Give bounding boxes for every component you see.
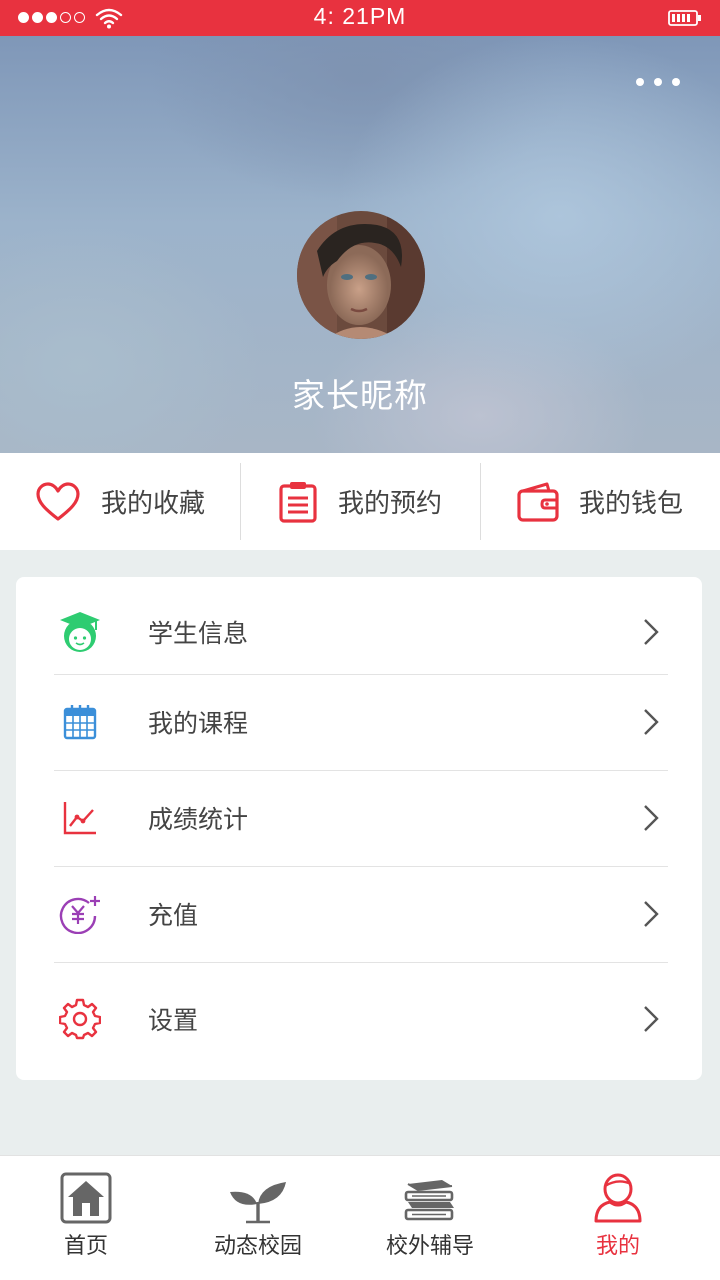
tab-label: 校外辅导	[385, 1234, 474, 1259]
quick-appointments[interactable]: 我的预约	[240, 453, 480, 550]
tab-label: 首页	[63, 1234, 108, 1259]
profile-header: 家长昵称	[0, 36, 720, 453]
menu-label: 设置	[148, 1006, 199, 1035]
tab-home[interactable]: 首页	[0, 1156, 172, 1280]
divider	[54, 962, 668, 963]
chevron-right-icon	[644, 901, 659, 927]
line-chart-icon	[63, 802, 96, 835]
more-dots-icon[interactable]	[636, 78, 680, 86]
menu-label: 学生信息	[148, 619, 249, 648]
quick-label: 我的收藏	[100, 489, 205, 519]
divider	[54, 770, 668, 771]
status-time: 4: 21PM	[313, 3, 407, 29]
divider	[54, 866, 668, 867]
menu-item-my-courses[interactable]: 我的课程	[54, 695, 668, 749]
chevron-right-icon	[644, 1006, 659, 1032]
menu-label: 充值	[148, 901, 199, 930]
quick-favorites[interactable]: 我的收藏	[0, 453, 240, 550]
tab-tutoring[interactable]: 校外辅导	[344, 1156, 516, 1280]
calendar-icon	[63, 705, 97, 740]
battery-icon	[668, 10, 701, 26]
nickname: 家长昵称	[292, 376, 428, 415]
wallet-icon	[517, 482, 559, 522]
divider	[54, 674, 668, 675]
menu-card: 学生信息 我的课程 成绩统计 充值 设置	[16, 577, 702, 1080]
tab-mine[interactable]: 我的	[516, 1156, 720, 1280]
heart-icon	[36, 481, 80, 521]
tab-label: 我的	[595, 1234, 640, 1259]
menu-item-grade-stats[interactable]: 成绩统计	[54, 791, 668, 845]
tab-campus[interactable]: 动态校园	[172, 1156, 344, 1280]
user-icon	[594, 1173, 642, 1223]
menu-label: 我的课程	[148, 709, 249, 738]
chevron-right-icon	[644, 709, 659, 735]
quick-wallet[interactable]: 我的钱包	[480, 453, 720, 550]
status-bar: 4: 21PM	[0, 0, 720, 36]
chevron-right-icon	[644, 619, 659, 645]
yuan-coin-icon	[59, 896, 100, 934]
menu-label: 成绩统计	[148, 805, 249, 834]
avatar[interactable]	[297, 211, 425, 339]
home-icon	[60, 1172, 112, 1224]
menu-item-recharge[interactable]: 充值	[54, 887, 668, 941]
sprout-icon	[230, 1182, 286, 1224]
graduate-student-icon	[60, 612, 100, 652]
books-icon	[404, 1180, 454, 1221]
tab-label: 动态校园	[213, 1234, 302, 1259]
avatar-photo	[297, 211, 425, 339]
quick-label: 我的预约	[337, 489, 442, 519]
clipboard-icon	[279, 481, 317, 523]
quick-label: 我的钱包	[578, 489, 683, 519]
menu-item-student-info[interactable]: 学生信息	[54, 605, 668, 659]
chevron-right-icon	[644, 805, 659, 831]
tab-bar: 首页 动态校园 校外辅导 我的	[0, 1155, 720, 1280]
gear-icon	[59, 998, 101, 1040]
quick-actions: 我的收藏 我的预约 我的钱包	[0, 453, 720, 550]
menu-item-settings[interactable]: 设置	[54, 992, 668, 1046]
